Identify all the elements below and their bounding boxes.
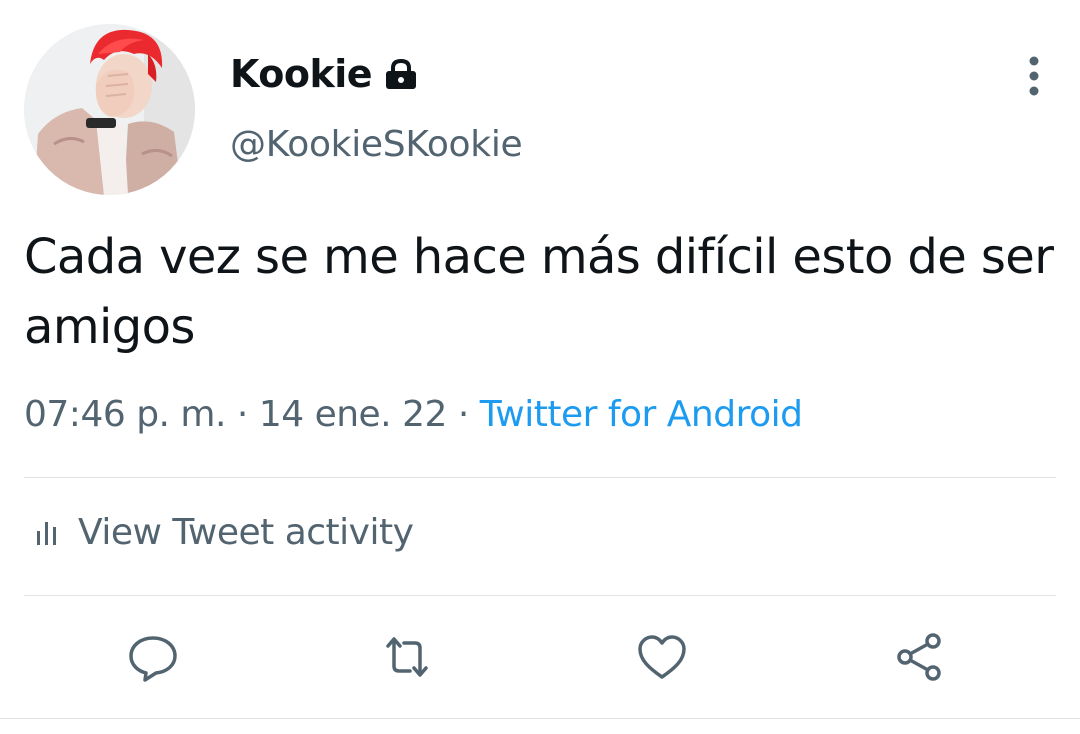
retweet-icon	[386, 637, 428, 677]
retweet-button[interactable]	[380, 630, 434, 684]
divider	[24, 595, 1056, 596]
tweet-text: Cada vez se me hace más difícil esto de …	[24, 229, 1054, 355]
tweet-date[interactable]: 14 ene. 22	[259, 394, 448, 435]
reply-icon	[129, 636, 177, 682]
reply-button[interactable]	[126, 630, 180, 684]
divider	[24, 477, 1056, 478]
display-name-text: Kookie	[230, 52, 373, 96]
profile-photo	[24, 24, 195, 195]
heart-icon	[638, 635, 686, 679]
avatar[interactable]	[24, 24, 195, 195]
view-activity-label: View Tweet activity	[78, 512, 414, 553]
user-handle[interactable]: @KookieSKookie	[230, 124, 523, 165]
like-button[interactable]	[635, 630, 689, 684]
tweet-meta: 07:46 p. m. · 14 ene. 22 · Twitter for A…	[24, 394, 803, 435]
meta-separator: ·	[236, 394, 248, 435]
lock-icon	[384, 58, 418, 90]
divider	[0, 718, 1080, 719]
share-button[interactable]	[893, 630, 947, 684]
tweet-time[interactable]: 07:46 p. m.	[24, 394, 226, 435]
view-activity-link[interactable]: View Tweet activity	[34, 512, 414, 553]
display-name[interactable]: Kookie	[230, 52, 418, 96]
bar-chart-icon	[37, 521, 56, 545]
more-vertical-icon	[1029, 56, 1039, 96]
share-icon	[897, 633, 941, 681]
tweet-source-link[interactable]: Twitter for Android	[480, 394, 803, 435]
more-options-button[interactable]	[1012, 52, 1056, 100]
meta-separator: ·	[457, 394, 469, 435]
